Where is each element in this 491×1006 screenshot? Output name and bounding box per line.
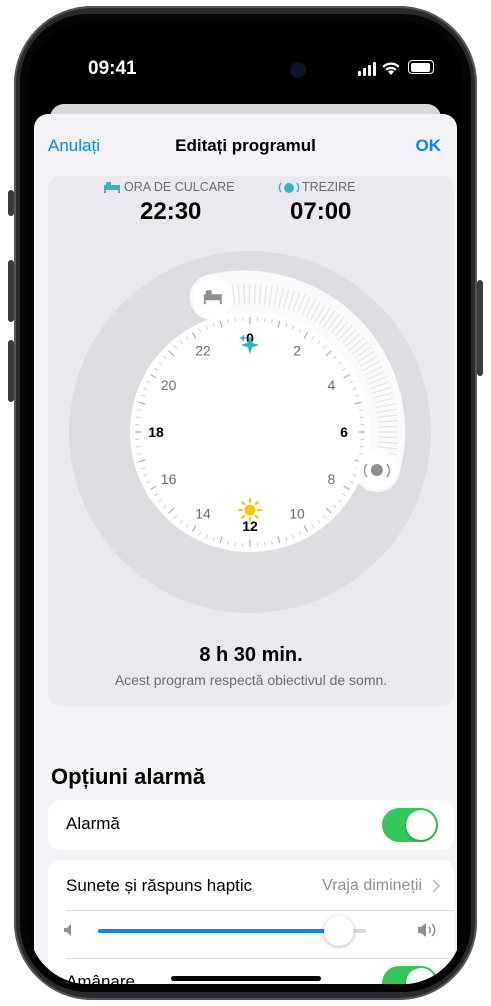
- screen: 09:41 Editați programul Anulați OK ORA D…: [28, 22, 463, 984]
- clock-hour-label: 10: [289, 505, 305, 521]
- volume-slider-thumb[interactable]: [324, 916, 355, 946]
- chevron-right-icon: [432, 879, 440, 893]
- volume-slider-fill: [98, 929, 340, 933]
- wake-handle[interactable]: [356, 449, 397, 489]
- alarm-row: Alarmă: [48, 800, 454, 850]
- sleep-duration: 8 h 30 min.: [199, 644, 303, 666]
- wifi-icon: [382, 62, 400, 75]
- clock-tick: [263, 541, 266, 547]
- clock-tick: [234, 317, 237, 323]
- cancel-button[interactable]: Anulați: [48, 136, 100, 156]
- clock-hour-label: 8: [328, 471, 336, 487]
- clock-hour-label: 6: [340, 424, 348, 440]
- sleep-schedule-dial[interactable]: 0246810121416182022: [64, 246, 444, 626]
- clock-hour-label: 16: [161, 471, 177, 487]
- power-button[interactable]: [477, 280, 483, 376]
- alarm-label: Alarmă: [66, 814, 120, 833]
- sleep-arc-tick: [377, 436, 398, 439]
- snooze-toggle[interactable]: [382, 966, 438, 984]
- volume-slider-track[interactable]: [98, 916, 366, 946]
- clock-tick: [234, 541, 237, 547]
- clock-hour-label: 2: [293, 343, 301, 359]
- clock-tick: [359, 416, 365, 419]
- clock-hour-label: 4: [328, 377, 336, 393]
- clock-tick: [263, 317, 266, 323]
- cellular-signal-icon: [358, 62, 376, 76]
- sleep-arc-tick: [377, 425, 398, 428]
- alarm-clock-icon: [278, 182, 300, 193]
- sleep-goal-note: Acest program respectă obiectivul de som…: [114, 672, 388, 688]
- status-bar: 09:41: [28, 22, 463, 102]
- alarm-options-title: Opțiuni alarmă: [51, 764, 206, 789]
- home-indicator[interactable]: [171, 976, 321, 981]
- clock-hour-label: 22: [195, 343, 211, 359]
- done-button[interactable]: OK: [416, 136, 442, 156]
- alarm-toggle[interactable]: [382, 808, 438, 842]
- clock-tick: [135, 416, 141, 419]
- bedtime-label: ORA DE CULCARE: [124, 180, 235, 194]
- clock-hour-label: 20: [161, 377, 177, 393]
- volume-low-icon: [64, 924, 71, 936]
- wake-value[interactable]: 07:00: [290, 198, 351, 226]
- clock-hour-label: 14: [195, 505, 211, 521]
- bedtime-value[interactable]: 22:30: [140, 198, 201, 226]
- sounds-value[interactable]: Vraja dimineții: [322, 877, 422, 895]
- sleep-arc-tick: [253, 284, 256, 305]
- camera-icon: [292, 64, 304, 76]
- sleep-arc-tick: [243, 284, 246, 305]
- sounds-label[interactable]: Sunete și răspuns haptic: [66, 876, 252, 896]
- status-time: 09:41: [88, 58, 137, 79]
- nav-bar: Editați programul Anulați OK: [34, 114, 457, 176]
- edit-schedule-sheet: Editați programul Anulați OK ORA DE CULC…: [34, 114, 457, 984]
- sound-settings-group: Sunete și răspuns haptic Vraja dimineții…: [48, 860, 454, 984]
- volume-high-icon: [418, 923, 436, 937]
- clock-tick: [359, 445, 365, 448]
- battery-icon: [408, 60, 434, 74]
- wake-label: TREZIRE: [302, 180, 356, 194]
- bed-icon: [104, 182, 120, 193]
- bedtime-handle[interactable]: [192, 277, 233, 318]
- clock-tick: [135, 445, 141, 448]
- clock-hour-label: 18: [148, 424, 164, 440]
- snooze-label: Amânare: [66, 972, 135, 984]
